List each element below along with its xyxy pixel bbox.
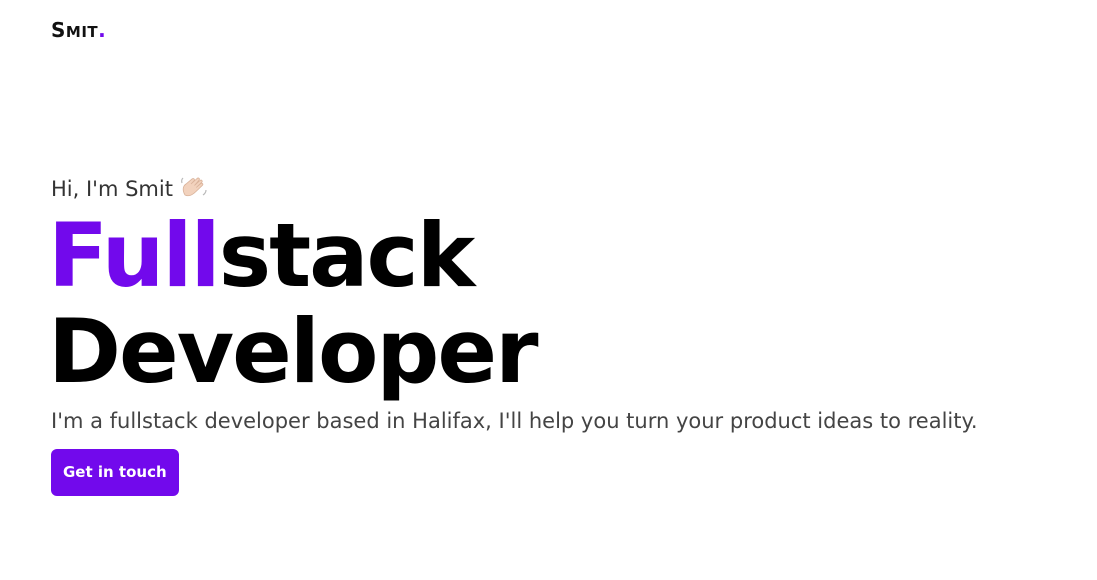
- hero-headline: Fullstack Developer: [48, 208, 1091, 400]
- hero-greeting: Hi, I'm Smit: [51, 174, 1091, 204]
- headline-accent-word: Full: [48, 204, 221, 307]
- hero-section: Hi, I'm Smit Fullstack Developer I'm a f…: [48, 174, 1091, 496]
- logo-text: MIT: [65, 23, 99, 41]
- get-in-touch-button[interactable]: Get in touch: [51, 449, 179, 496]
- logo-dot: .: [98, 18, 107, 42]
- site-logo[interactable]: SMIT.: [51, 18, 106, 44]
- headline-rest-word: stack: [218, 204, 476, 307]
- page: SMIT. Hi, I'm Smit Fullstack Developer I…: [0, 0, 1097, 580]
- headline-line-2: Developer: [48, 300, 538, 403]
- hero-subtitle: I'm a fullstack developer based in Halif…: [51, 409, 978, 433]
- waving-hand-icon: [179, 175, 209, 203]
- logo-initial: S: [51, 18, 66, 42]
- headline-line-1: Fullstack: [48, 208, 1091, 304]
- greeting-text: Hi, I'm Smit: [51, 177, 173, 201]
